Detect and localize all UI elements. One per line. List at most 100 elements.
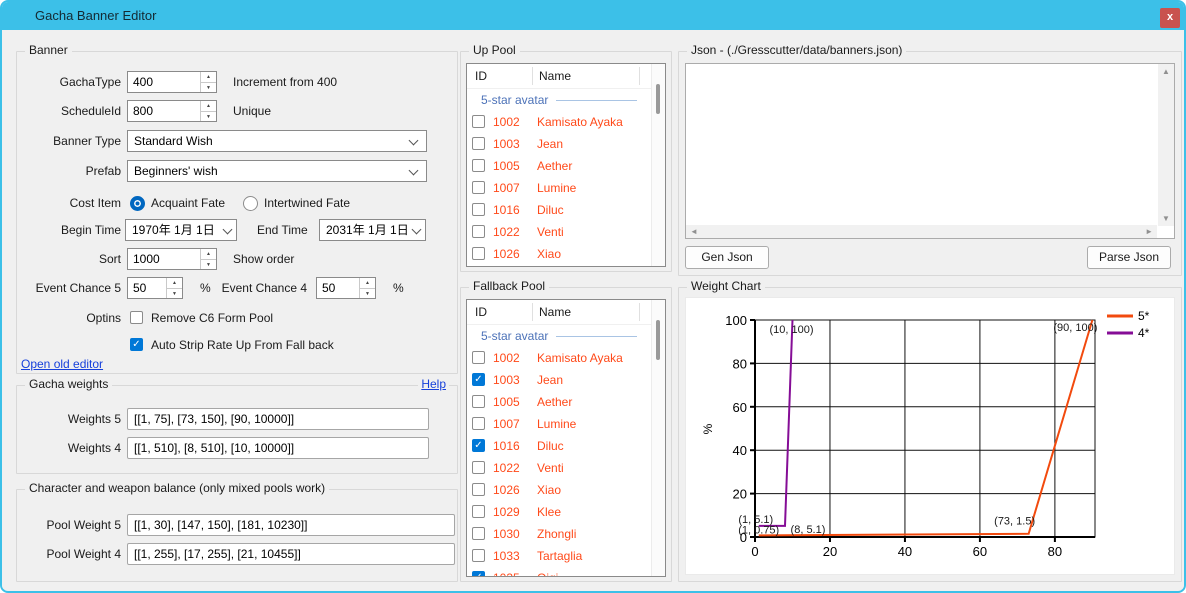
- pool-row[interactable]: ✓1016Diluc: [467, 435, 665, 457]
- scrollbar-thumb[interactable]: [656, 320, 660, 360]
- chevron-down-icon: [409, 136, 419, 146]
- spin-up-icon[interactable]: ▲: [360, 278, 375, 289]
- pool-row[interactable]: ✓1030Zhongli: [467, 523, 665, 545]
- event-chance-5-unit: %: [200, 277, 211, 299]
- open-old-editor-link[interactable]: Open old editor: [21, 357, 103, 371]
- spin-up-icon[interactable]: ▲: [201, 101, 216, 112]
- spin-down-icon[interactable]: ▼: [167, 289, 182, 299]
- spin-up-icon[interactable]: ▲: [201, 249, 216, 260]
- close-icon: x: [1167, 11, 1173, 23]
- prefab-select[interactable]: Beginners' wish: [127, 160, 427, 182]
- row-checkbox[interactable]: ✓: [472, 417, 485, 430]
- gen-json-button[interactable]: Gen Json: [685, 246, 769, 269]
- spin-down-icon[interactable]: ▼: [201, 260, 216, 270]
- pool-row[interactable]: ✓1007Lumine: [467, 413, 665, 435]
- up-pool-list[interactable]: ID Name 5-star avatar ✓1002Kamisato Ayak…: [466, 63, 666, 267]
- scroll-down-icon[interactable]: ▼: [1158, 214, 1174, 223]
- row-id: 1003: [493, 133, 520, 155]
- pool-row[interactable]: ✓1002Kamisato Ayaka: [467, 111, 665, 133]
- row-checkbox[interactable]: ✓: [472, 527, 485, 540]
- row-id: 1016: [493, 435, 520, 457]
- row-checkbox[interactable]: ✓: [472, 549, 485, 562]
- pool-row[interactable]: ✓1016Diluc: [467, 199, 665, 221]
- pool-row[interactable]: ✓1003Jean: [467, 133, 665, 155]
- pool-row[interactable]: ✓1007Lumine: [467, 177, 665, 199]
- row-checkbox[interactable]: ✓: [472, 225, 485, 238]
- pool-row[interactable]: ✓1022Venti: [467, 457, 665, 479]
- end-time-picker[interactable]: 2031年 1月 1日: [319, 219, 426, 241]
- spinner-buttons[interactable]: ▲▼: [359, 278, 375, 298]
- sort-spinner[interactable]: 1000 ▲▼: [127, 248, 217, 270]
- begin-time-picker[interactable]: 1970年 1月 1日: [125, 219, 237, 241]
- spinner-buttons[interactable]: ▲▼: [166, 278, 182, 298]
- row-checkbox[interactable]: ✓: [472, 247, 485, 260]
- fallback-pool-scrollbar[interactable]: [651, 300, 665, 576]
- close-button[interactable]: x: [1160, 8, 1180, 28]
- row-checkbox[interactable]: ✓: [472, 351, 485, 364]
- gacha-weights-group-title: Gacha weights: [25, 377, 112, 391]
- checkbox-auto-strip-label[interactable]: Auto Strip Rate Up From Fall back: [151, 337, 334, 353]
- json-horizontal-scrollbar[interactable]: ◄ ►: [686, 225, 1157, 238]
- pool-row[interactable]: ✓1026Xiao: [467, 479, 665, 501]
- spinner-buttons[interactable]: ▲▼: [200, 72, 216, 92]
- spin-up-icon[interactable]: ▲: [201, 72, 216, 83]
- pool-row[interactable]: ✓1005Aether: [467, 391, 665, 413]
- spinner-buttons[interactable]: ▲▼: [200, 101, 216, 121]
- pool-row[interactable]: ✓1022Venti: [467, 221, 665, 243]
- parse-json-button[interactable]: Parse Json: [1087, 246, 1171, 269]
- row-checkbox[interactable]: ✓: [472, 571, 485, 577]
- pool-row[interactable]: ✓1002Kamisato Ayaka: [467, 347, 665, 369]
- row-checkbox[interactable]: ✓: [472, 203, 485, 216]
- row-name: Xiao: [537, 479, 561, 501]
- row-checkbox[interactable]: ✓: [472, 159, 485, 172]
- row-checkbox[interactable]: ✓: [472, 461, 485, 474]
- row-checkbox[interactable]: ✓: [472, 373, 485, 386]
- row-checkbox[interactable]: ✓: [472, 483, 485, 496]
- event-chance-4-spinner[interactable]: 50 ▲▼: [316, 277, 376, 299]
- row-checkbox[interactable]: ✓: [472, 137, 485, 150]
- list-group-row: 5-star avatar: [467, 89, 665, 111]
- row-checkbox[interactable]: ✓: [472, 115, 485, 128]
- scroll-up-icon[interactable]: ▲: [1158, 67, 1174, 76]
- json-textarea[interactable]: [685, 63, 1175, 239]
- row-checkbox[interactable]: ✓: [472, 505, 485, 518]
- spinner-buttons[interactable]: ▲▼: [200, 249, 216, 269]
- pool-row[interactable]: ✓1026Xiao: [467, 243, 665, 265]
- spin-down-icon[interactable]: ▼: [201, 112, 216, 122]
- up-pool-scrollbar[interactable]: [651, 64, 665, 266]
- radio-intertwined-fate-label[interactable]: Intertwined Fate: [264, 195, 350, 211]
- event-chance-5-spinner[interactable]: 50 ▲▼: [127, 277, 183, 299]
- spin-down-icon[interactable]: ▼: [201, 83, 216, 93]
- titlebar[interactable]: Gacha Banner Editor x: [2, 2, 1184, 30]
- checkbox-auto-strip[interactable]: ✓: [130, 338, 143, 351]
- pool-row[interactable]: ✓1029Klee: [467, 501, 665, 523]
- gachatype-spinner[interactable]: 400 ▲▼: [127, 71, 217, 93]
- optins-label: Optins: [17, 307, 121, 329]
- checkbox-remove-c6-label[interactable]: Remove C6 Form Pool: [151, 310, 273, 326]
- pool-row[interactable]: ✓1005Aether: [467, 155, 665, 177]
- pool-row[interactable]: ✓1035Qiqi: [467, 567, 665, 577]
- checkbox-remove-c6[interactable]: ✓: [130, 311, 143, 324]
- weights-5-input[interactable]: [[1, 75], [73, 150], [90, 10000]]: [127, 408, 429, 430]
- row-checkbox[interactable]: ✓: [472, 181, 485, 194]
- help-link[interactable]: Help: [418, 377, 449, 391]
- radio-intertwined-fate[interactable]: [243, 196, 258, 211]
- radio-acquaint-fate-label[interactable]: Acquaint Fate: [151, 195, 225, 211]
- row-checkbox[interactable]: ✓: [472, 439, 485, 452]
- pool-weight-5-input[interactable]: [[1, 30], [147, 150], [181, 10230]]: [127, 514, 455, 536]
- spin-up-icon[interactable]: ▲: [167, 278, 182, 289]
- banner-type-select[interactable]: Standard Wish: [127, 130, 427, 152]
- row-checkbox[interactable]: ✓: [472, 395, 485, 408]
- radio-acquaint-fate[interactable]: [130, 196, 145, 211]
- fallback-pool-list[interactable]: ID Name 5-star avatar ✓1002Kamisato Ayak…: [466, 299, 666, 577]
- scheduleid-spinner[interactable]: 800 ▲▼: [127, 100, 217, 122]
- scrollbar-thumb[interactable]: [656, 84, 660, 114]
- pool-weight-4-input[interactable]: [[1, 255], [17, 255], [21, 10455]]: [127, 543, 455, 565]
- pool-row[interactable]: ✓1033Tartaglia: [467, 545, 665, 567]
- scroll-left-icon[interactable]: ◄: [690, 227, 698, 236]
- spin-down-icon[interactable]: ▼: [360, 289, 375, 299]
- json-vertical-scrollbar[interactable]: ▲ ▼: [1158, 64, 1174, 226]
- pool-row[interactable]: ✓1003Jean: [467, 369, 665, 391]
- weights-4-input[interactable]: [[1, 510], [8, 510], [10, 10000]]: [127, 437, 429, 459]
- scroll-right-icon[interactable]: ►: [1145, 227, 1153, 236]
